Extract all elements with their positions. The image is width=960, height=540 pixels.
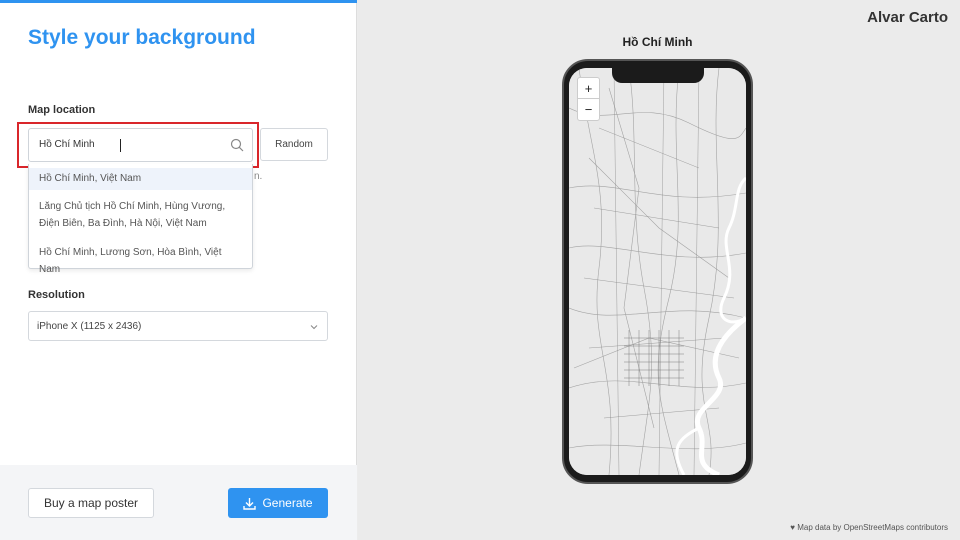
phone-notch (612, 66, 704, 83)
chevron-down-icon (310, 325, 318, 330)
buy-poster-button[interactable]: Buy a map poster (28, 488, 154, 518)
suggestion-item[interactable]: Hồ Chí Minh, Việt Nam (29, 168, 252, 190)
resolution-select[interactable]: iPhone X (1125 x 2436) (28, 311, 328, 341)
heart-icon: ♥ (790, 523, 796, 532)
helper-text: n. (254, 171, 263, 182)
generate-button[interactable]: Generate (228, 488, 328, 518)
zoom-control: + − (577, 77, 600, 121)
page-title: Style your background (28, 26, 256, 49)
map-preview[interactable] (569, 68, 746, 475)
download-icon (243, 497, 257, 510)
sidebar-panel: Style your background Map location Hồ Ch… (0, 0, 357, 540)
map-canvas[interactable] (569, 68, 746, 475)
zoom-out-button[interactable]: − (578, 99, 599, 120)
top-accent-bar (0, 0, 357, 3)
generate-label: Generate (262, 496, 313, 510)
map-location-label: Map location (28, 104, 96, 116)
brand-logo[interactable]: Alvar Carto (867, 9, 948, 26)
resolution-value: iPhone X (1125 x 2436) (37, 320, 142, 332)
attribution-text[interactable]: Map data by OpenStreetMaps contributors (797, 523, 948, 532)
random-button[interactable]: Random (260, 128, 328, 161)
attribution: ♥ Map data by OpenStreetMaps contributor… (790, 523, 948, 532)
suggestion-item[interactable]: Lăng Chủ tịch Hồ Chí Minh, Hùng Vương, Đ… (29, 198, 252, 232)
resolution-label: Resolution (28, 289, 85, 301)
map-title: Hồ Chí Minh (622, 35, 693, 49)
suggestion-item[interactable]: Hồ Chí Minh, Lương Sơn, Hòa Bình, Việt N… (29, 244, 252, 278)
suggestions-dropdown: Hồ Chí Minh, Việt Nam Lăng Chủ tịch Hồ C… (28, 164, 253, 275)
zoom-in-button[interactable]: + (578, 78, 599, 99)
search-highlight-box (17, 122, 259, 168)
